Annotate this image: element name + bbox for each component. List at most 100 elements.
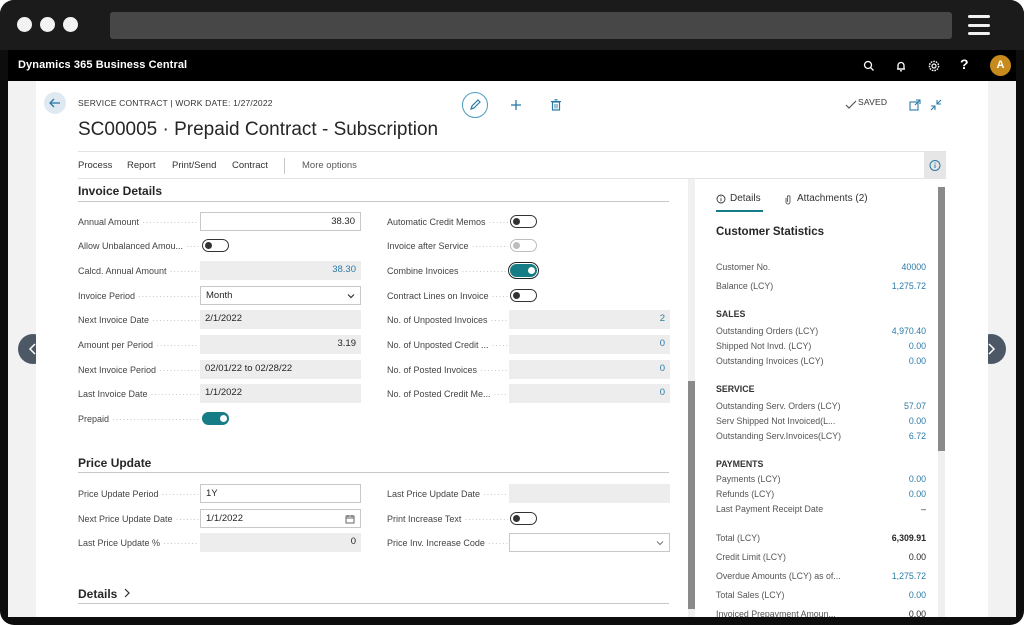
info-icon (929, 160, 941, 171)
window-dot-1[interactable] (17, 17, 32, 32)
fact-row: Outstanding Serv.Invoices(LCY) 6.72 (716, 431, 926, 445)
fact-row: Customer No. 40000 (716, 262, 926, 276)
print-increase-text-label: Print Increase Text (387, 514, 508, 524)
fact-label: Balance (LCY) (716, 281, 774, 291)
menu-more-options[interactable]: More options (302, 160, 357, 171)
calcd-annual-amount-value[interactable]: 38.30 (200, 261, 361, 280)
fact-row: Shipped Not Invd. (LCY) 0.00 (716, 341, 926, 355)
prepaid-label: Prepaid (78, 414, 199, 424)
fact-value[interactable]: 57.07 (904, 401, 926, 411)
fact-value[interactable]: 0.00 (909, 416, 926, 426)
fact-value[interactable]: 6.72 (909, 431, 926, 441)
fact-value: 0.00 (908, 609, 926, 617)
fact-row: Balance (LCY) 1,275.72 (716, 281, 926, 295)
fact-row: Payments (LCY) 0.00 (716, 474, 926, 488)
menu-print-send[interactable]: Print/Send (172, 160, 216, 171)
factbox-tab-details[interactable]: Details (730, 193, 761, 204)
back-button[interactable] (44, 92, 66, 114)
factbox-pane: Details Attachments (2) Customer Statist… (704, 179, 952, 617)
next-price-update-date-input[interactable]: 1/1/2022 (200, 509, 361, 528)
help-icon[interactable]: ? (960, 56, 969, 72)
menu-divider (284, 158, 285, 174)
factbox-tab-attachments[interactable]: Attachments (2) (797, 193, 868, 204)
fact-value[interactable]: 0.00 (909, 489, 926, 499)
price-update-period-input[interactable]: 1Y (200, 484, 361, 503)
invoice-period-value: Month (206, 290, 233, 301)
window-dot-2[interactable] (40, 17, 55, 32)
factbox-scrollbar-thumb[interactable] (938, 187, 945, 451)
app-title: Dynamics 365 Business Central (18, 59, 188, 71)
fact-value[interactable]: 0.00 (909, 590, 926, 600)
unposted-credit-label: No. of Unposted Credit ... (387, 340, 508, 350)
active-tab-indicator (716, 210, 763, 212)
posted-credit-value[interactable]: 0 (509, 384, 670, 403)
chevron-down-icon (347, 294, 355, 299)
annual-amount-input[interactable]: 38.30 (200, 212, 361, 231)
avatar[interactable]: A (990, 55, 1011, 76)
fact-value[interactable]: 4,970.40 (892, 326, 926, 336)
menu-report[interactable]: Report (127, 160, 156, 171)
fact-row: Last Payment Receipt Date – (716, 504, 926, 518)
next-invoice-period-value: 02/01/22 to 02/28/22 (200, 360, 361, 379)
search-icon[interactable] (861, 58, 877, 74)
fact-label: Shipped Not Invd. (LCY) (716, 341, 812, 351)
arrow-left-icon (49, 98, 60, 108)
open-new-window-icon[interactable] (908, 98, 922, 112)
unposted-invoices-label: No. of Unposted Invoices (387, 315, 508, 325)
saved-status: SAVED (858, 97, 888, 107)
fact-label: Credit Limit (LCY) (716, 552, 786, 562)
menu-process[interactable]: Process (78, 160, 112, 171)
bell-icon[interactable] (893, 58, 909, 74)
allow-unbalanced-toggle[interactable] (202, 239, 229, 252)
gear-icon[interactable] (926, 58, 942, 74)
fact-value[interactable]: 0.00 (909, 474, 926, 484)
fact-value[interactable]: 1,275.72 (892, 281, 926, 291)
prepaid-toggle[interactable] (202, 412, 229, 425)
plus-icon[interactable] (509, 98, 523, 112)
automatic-credit-memos-toggle[interactable] (510, 215, 537, 228)
collapse-icon[interactable] (929, 98, 943, 112)
service-group-title: SERVICE (716, 384, 755, 394)
last-price-update-date-label: Last Price Update Date (387, 489, 508, 499)
print-increase-text-toggle[interactable] (510, 512, 537, 525)
calendar-icon[interactable] (345, 514, 355, 524)
pencil-icon (470, 99, 481, 110)
fact-value: 6,309.91 (891, 533, 926, 543)
next-invoice-date-value: 2/1/2022 (200, 310, 361, 329)
invoice-details-title: Invoice Details (78, 184, 163, 198)
record-page: SERVICE CONTRACT | WORK DATE: 1/27/2022 … (36, 81, 988, 617)
last-invoice-date-value: 1/1/2022 (200, 384, 361, 403)
chevron-right-icon (124, 588, 130, 598)
fact-row: Invoiced Prepayment Amoun... 0.00 (716, 609, 926, 617)
menu-contract[interactable]: Contract (232, 160, 268, 171)
fact-value[interactable]: 1,275.72 (892, 571, 926, 581)
hamburger-menu-icon[interactable] (968, 15, 990, 35)
section-divider (78, 603, 669, 604)
main-scrollbar-thumb[interactable] (688, 381, 695, 609)
combine-invoices-toggle[interactable] (508, 262, 539, 279)
unposted-credit-value[interactable]: 0 (509, 335, 670, 354)
page-title: SC00005 · Prepaid Contract - Subscriptio… (78, 119, 439, 140)
fact-value[interactable]: 40000 (902, 262, 926, 272)
window-dot-3[interactable] (63, 17, 78, 32)
action-bar: Process Report Print/Send Contract More … (78, 151, 946, 179)
unposted-invoices-value[interactable]: 2 (509, 310, 670, 329)
fact-label: Last Payment Receipt Date (716, 504, 824, 514)
details-section-title[interactable]: Details (78, 587, 131, 601)
last-invoice-date-label: Last Invoice Date (78, 389, 199, 399)
posted-invoices-value[interactable]: 0 (509, 360, 670, 379)
fact-value[interactable]: 0.00 (909, 341, 926, 351)
edit-button[interactable] (462, 92, 488, 118)
price-inv-increase-code-select[interactable] (509, 533, 670, 552)
invoice-after-service-toggle (510, 239, 537, 252)
browser-chrome (0, 0, 1024, 50)
fact-row: Outstanding Serv. Orders (LCY) 57.07 (716, 401, 926, 415)
fact-value[interactable]: 0.00 (909, 356, 926, 366)
address-bar[interactable] (110, 12, 952, 39)
invoice-period-select[interactable]: Month (200, 286, 361, 305)
annual-amount-label: Annual Amount (78, 217, 199, 227)
contract-lines-on-invoice-toggle[interactable] (510, 289, 537, 302)
trash-icon[interactable] (549, 98, 563, 112)
fact-row: Outstanding Orders (LCY) 4,970.40 (716, 326, 926, 340)
factbox-toggle-button[interactable] (924, 152, 946, 179)
